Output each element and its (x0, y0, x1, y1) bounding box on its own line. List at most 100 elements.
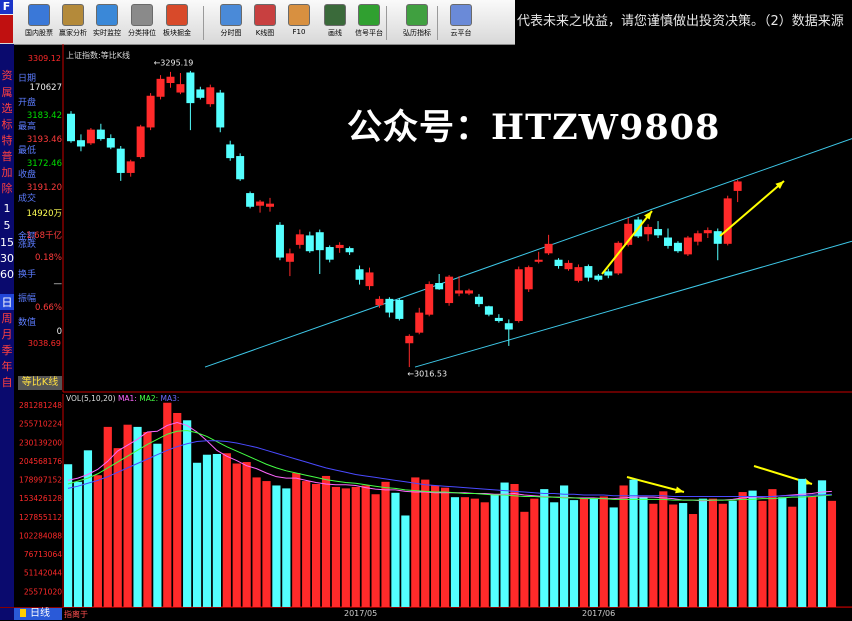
candle-body (246, 193, 255, 207)
volume-bar (153, 443, 162, 607)
volume-bar (480, 502, 489, 607)
volume-bar (827, 500, 837, 607)
volume-bar (629, 479, 638, 607)
legend-ma2: MA2 (139, 394, 156, 403)
volume-y-tick: 25571020 (24, 587, 62, 596)
candle-body (514, 269, 523, 322)
volume-ma1-line (67, 421, 832, 502)
volume-bar (64, 464, 73, 607)
volume-y-tick: 102284088 (19, 531, 62, 540)
volume-bar (391, 492, 400, 607)
info-value-low: 3172.46 (26, 159, 62, 169)
candle-body (176, 84, 185, 93)
candle-body (425, 284, 434, 315)
volume-bar (798, 478, 807, 607)
volume-bar (183, 420, 192, 607)
volume-bar (331, 486, 341, 607)
candle-body (305, 235, 314, 252)
candle-body (166, 76, 175, 84)
candle-body (136, 126, 145, 158)
x-tick-june: 2017/06 (582, 609, 616, 618)
volume-bar (718, 503, 727, 607)
candle-body (365, 272, 374, 287)
candle-body (604, 271, 613, 276)
volume-y-tick: 255710224 (19, 420, 62, 429)
candle-body (67, 113, 75, 142)
volume-bar (639, 497, 648, 607)
volume-bar (351, 486, 360, 607)
candle-body (315, 232, 324, 251)
candle-body (465, 290, 473, 294)
channel-lower-line (414, 240, 852, 368)
trend-arrow-1-shaft (601, 210, 653, 275)
candle-body (285, 253, 294, 262)
volume-bar (589, 497, 598, 607)
volume-bar (768, 489, 777, 607)
candle-body (474, 296, 483, 305)
candle-body (654, 229, 663, 236)
volume-bar (599, 496, 608, 607)
candle-body (644, 226, 653, 235)
candle-body (395, 299, 404, 319)
volume-bar (173, 412, 182, 607)
candle-body (335, 244, 344, 249)
volume-bar (262, 481, 271, 607)
volume-bar (232, 463, 241, 607)
volume-bar (282, 488, 291, 607)
volume-y-tick: 178997152 (19, 476, 62, 485)
channel-upper-line (204, 138, 852, 368)
quote-info-panel: 日期 开盘 最高 最低 收盘 成交 金额 涨跌 换手 振幅 数值 170627 3183.42 3193.… (15, 57, 63, 387)
candle-body (574, 267, 583, 281)
chart-title: 上证指数:等比K线 (66, 51, 130, 60)
candle-body (455, 290, 464, 294)
info-value-close: 3191.20 (26, 183, 62, 193)
volume-bar (341, 488, 350, 607)
volume-bar (688, 514, 698, 607)
info-label: 数值 (18, 318, 37, 328)
candle-body (375, 298, 384, 306)
candle-body (534, 259, 543, 262)
volume-bar (788, 506, 797, 607)
volume-bar (272, 485, 281, 607)
legend-ma1: MA1 (117, 394, 135, 403)
volume-ma3-line (67, 440, 832, 497)
volume-bar (103, 426, 112, 607)
volume-bar (381, 481, 390, 607)
volume-bar (659, 491, 668, 607)
tab-equal-ratio-kline[interactable]: 等比K线 (18, 376, 62, 390)
info-value-change_pct: 0.18% (34, 253, 62, 263)
volume-bar (609, 507, 618, 607)
volume-bar (500, 482, 509, 607)
candle-body (435, 283, 444, 290)
volume-bar (192, 462, 202, 607)
volume-y-tick: 281281248 (19, 401, 62, 410)
volume-bar (421, 479, 430, 607)
volume-bar (679, 503, 688, 607)
legend-ma3: MA3 (160, 394, 177, 403)
low-annotation: ←3016.53 (407, 370, 447, 379)
candle-body (116, 148, 125, 173)
candle-body (664, 237, 672, 246)
volume-bar (708, 498, 717, 607)
volume-bar (83, 450, 93, 607)
info-value-amount: 1.68千亿 (26, 231, 62, 241)
info-value-turnover: — (53, 279, 63, 289)
candle-body (524, 267, 533, 290)
volume-bar (649, 503, 658, 607)
candle-body (96, 129, 105, 140)
candle-body (544, 243, 553, 254)
volume-bar (619, 485, 628, 607)
volume-bar (510, 484, 519, 607)
chart-canvas: 3309.123038.69←3295.19←3016.532812812482… (19, 44, 852, 608)
volume-bar (212, 453, 221, 607)
candle-body (186, 72, 195, 104)
tab-daily[interactable]: 日线 (14, 608, 62, 620)
candle-body (76, 140, 85, 147)
candle-body (206, 87, 215, 105)
volume-bar (431, 485, 440, 607)
volume-y-tick: 230139200 (19, 438, 62, 447)
candle-body (256, 201, 265, 206)
info-value-value: 0 (56, 327, 62, 337)
tab-daily-marker (20, 609, 26, 617)
volume-bar (450, 497, 460, 607)
